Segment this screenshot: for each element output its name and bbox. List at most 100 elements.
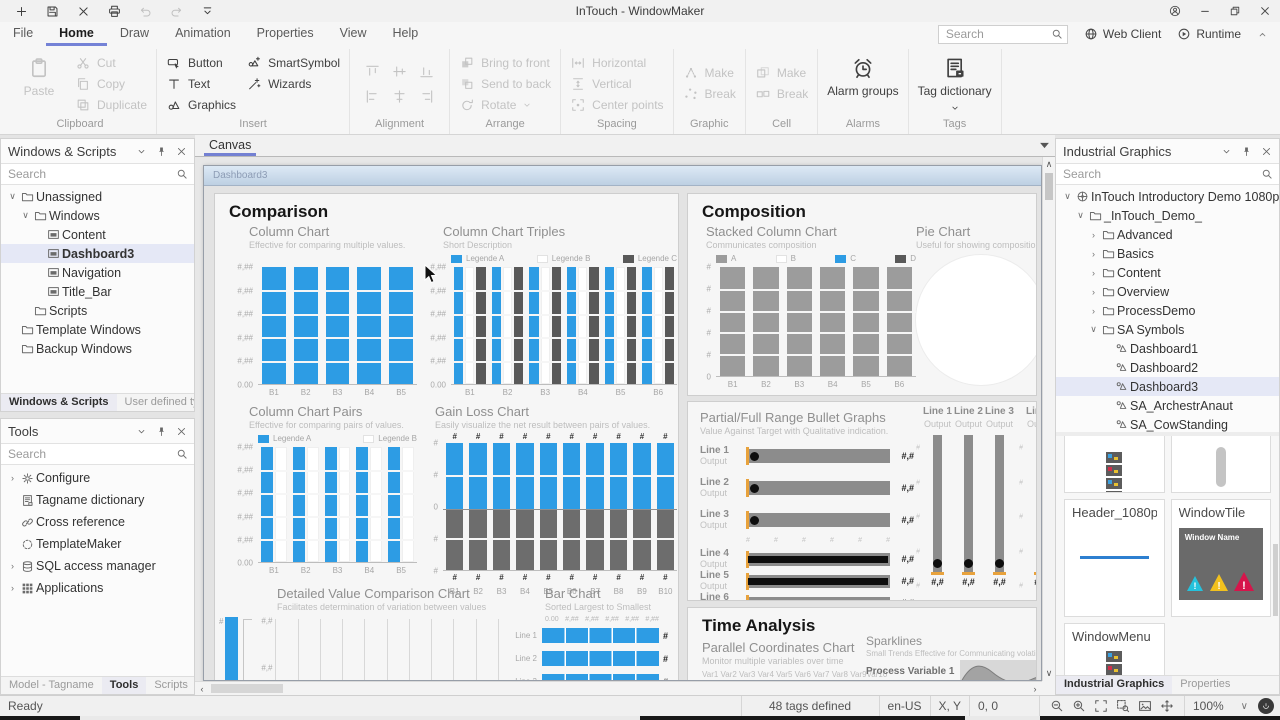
redo-button[interactable] <box>161 5 192 18</box>
runtime-button[interactable]: Runtime <box>1177 27 1241 41</box>
insert-text-button[interactable]: Text <box>166 73 236 94</box>
image-preview-icon[interactable] <box>1138 699 1152 713</box>
insert-button-button[interactable]: Button <box>166 52 236 73</box>
tool-item-configure[interactable]: ›Configure <box>1 467 194 489</box>
tree-item-basics[interactable]: ›Basics <box>1056 244 1279 263</box>
tool-item-sql-access-manager[interactable]: ›SQL access manager <box>1 555 194 577</box>
align-middle-icon[interactable] <box>392 64 407 79</box>
paste-button[interactable]: Paste <box>13 52 65 98</box>
expander-icon[interactable]: ∨ <box>1087 324 1100 335</box>
tab-list-icon[interactable] <box>1040 142 1049 149</box>
chart-detailed-value-comparison-chart[interactable]: Detailed Value Comparison ChartFacilitat… <box>219 586 507 680</box>
chart-parallel-coordinates[interactable]: Parallel Coordinates ChartMonitor multip… <box>702 640 862 679</box>
tree-item-content[interactable]: Content <box>1 225 194 244</box>
align-center-icon[interactable] <box>392 89 407 104</box>
tools-tab-tools[interactable]: Tools <box>102 677 147 694</box>
align-left-icon[interactable] <box>365 89 380 104</box>
scroll-right-icon[interactable]: › <box>1028 684 1042 694</box>
vertical-scroll-thumb[interactable] <box>1045 173 1053 200</box>
tree-item-dashboard3[interactable]: Dashboard3 <box>1 244 194 263</box>
web-client-button[interactable]: Web Client <box>1084 27 1161 41</box>
industrial-graphics-tab-industrial-graphics[interactable]: Industrial Graphics <box>1056 676 1172 694</box>
tree-item-dashboard1[interactable]: Dashboard1 <box>1056 339 1279 358</box>
canvas-area[interactable]: Dashboard3 ComparisonColumn ChartEffecti… <box>195 157 1055 695</box>
close-icon[interactable] <box>176 146 187 157</box>
tree-item-unassigned[interactable]: ∨Unassigned <box>1 187 194 206</box>
tools-tab-scripts[interactable]: Scripts <box>146 677 195 694</box>
expander-icon[interactable]: ∨ <box>1074 210 1087 221</box>
search-input[interactable] <box>1056 163 1279 185</box>
expander-icon[interactable]: › <box>1087 287 1100 297</box>
tree-item-windows[interactable]: ∨Windows <box>1 206 194 225</box>
tree-item-content[interactable]: ›Content <box>1056 263 1279 282</box>
menu-tab-draw[interactable]: Draw <box>107 22 162 46</box>
expander-icon[interactable]: ∨ <box>19 210 32 221</box>
minimize-button[interactable] <box>1190 0 1220 22</box>
chart-column-chart-triples[interactable]: Column Chart TriplesShort DescriptionLeg… <box>425 224 677 397</box>
menu-tab-help[interactable]: Help <box>380 22 432 46</box>
graphic-make-button[interactable]: Make <box>683 62 736 83</box>
search-input[interactable] <box>938 25 1068 44</box>
wizards-button[interactable]: Wizards <box>246 73 340 94</box>
undo-button[interactable] <box>130 5 161 18</box>
center-points-button[interactable]: Center points <box>570 94 663 115</box>
align-right-icon[interactable] <box>419 89 434 104</box>
align-top-icon[interactable] <box>365 64 380 79</box>
account-icon[interactable] <box>1160 0 1190 22</box>
thumbnail-cell[interactable] <box>1064 436 1165 493</box>
tree-item-intouch-introductory-demo-1080p[interactable]: ∨InTouch Introductory Demo 1080p <box>1056 187 1279 206</box>
print-button[interactable] <box>99 5 130 18</box>
menu-tab-properties[interactable]: Properties <box>244 22 327 46</box>
tag-dictionary-button[interactable]: Tag dictionary <box>918 52 992 113</box>
tree-item-dashboard2[interactable]: Dashboard2 <box>1056 358 1279 377</box>
thumbnail-header-1080p[interactable]: Header_1080p <box>1064 499 1165 617</box>
chevron-down-icon[interactable] <box>1221 146 1232 157</box>
status-locale[interactable]: en-US <box>879 696 930 716</box>
fit-screen-icon[interactable] <box>1094 699 1108 713</box>
close-icon[interactable] <box>1261 146 1272 157</box>
cell-break-button[interactable]: Break <box>755 83 808 104</box>
horizontal-scroll-thumb[interactable] <box>211 684 283 693</box>
pan-icon[interactable] <box>1160 699 1174 713</box>
bring-to-front-button[interactable]: Bring to front <box>459 52 551 73</box>
tree-item-processdemo[interactable]: ›ProcessDemo <box>1056 301 1279 320</box>
tree-item-sa-cowstanding[interactable]: SA_CowStanding <box>1056 415 1279 432</box>
spacing-horizontal-button[interactable]: Horizontal <box>570 52 663 73</box>
windows-scripts-tab-user-defined-type[interactable]: User defined type <box>117 394 195 411</box>
thumbnail-windowtile[interactable]: WindowTile Window Name ! ! ! <box>1171 499 1272 617</box>
expander-icon[interactable]: › <box>1087 230 1100 240</box>
tool-item-cross-reference[interactable]: Cross reference <box>1 511 194 533</box>
collapse-ribbon-icon[interactable] <box>1257 29 1268 40</box>
expander-icon[interactable]: › <box>6 473 19 483</box>
chart-column-chart-pairs[interactable]: Column Chart PairsEffective for comparin… <box>231 404 417 575</box>
dashboard3-window[interactable]: Dashboard3 ComparisonColumn ChartEffecti… <box>203 165 1042 681</box>
chart-column-chart[interactable]: Column ChartEffective for comparing mult… <box>231 224 417 397</box>
rotate-button[interactable]: Rotate <box>459 94 551 115</box>
align-bottom-icon[interactable] <box>419 64 434 79</box>
alarm-groups-button[interactable]: Alarm groups <box>827 52 898 98</box>
chevron-down-icon[interactable] <box>136 146 147 157</box>
expander-icon[interactable]: ∨ <box>1061 191 1074 202</box>
tools-tab-model-tagname[interactable]: Model - Tagname <box>1 677 102 694</box>
tree-item-sa-symbols[interactable]: ∨SA Symbols <box>1056 320 1279 339</box>
zoom-in-icon[interactable] <box>1072 699 1086 713</box>
copy-button[interactable]: Copy <box>75 73 147 94</box>
spacing-vertical-button[interactable]: Vertical <box>570 73 663 94</box>
tool-item-templatemaker[interactable]: TemplateMaker <box>1 533 194 555</box>
chart-sparklines[interactable]: SparklinesSmall Trends Effective for Com… <box>866 634 1036 680</box>
restore-button[interactable] <box>1220 0 1250 22</box>
zoom-selection-icon[interactable] <box>1116 699 1130 713</box>
tree-item-backup-windows[interactable]: Backup Windows <box>1 339 194 358</box>
pin-icon[interactable] <box>156 426 167 437</box>
windows-scripts-tab-windows-scripts[interactable]: Windows & Scripts <box>1 394 117 411</box>
tree-item-overview[interactable]: ›Overview <box>1056 282 1279 301</box>
cut-button[interactable]: Cut <box>75 52 147 73</box>
insert-graphics-button[interactable]: Graphics <box>166 94 236 115</box>
thumbnail-cell[interactable] <box>1171 436 1272 493</box>
expander-icon[interactable]: › <box>6 561 19 571</box>
new-window-button[interactable] <box>6 5 37 18</box>
expander-icon[interactable]: ∨ <box>6 191 19 202</box>
expander-icon[interactable]: › <box>1087 268 1100 278</box>
tree-item-scripts[interactable]: Scripts <box>1 301 194 320</box>
scroll-left-icon[interactable]: ‹ <box>195 684 209 694</box>
